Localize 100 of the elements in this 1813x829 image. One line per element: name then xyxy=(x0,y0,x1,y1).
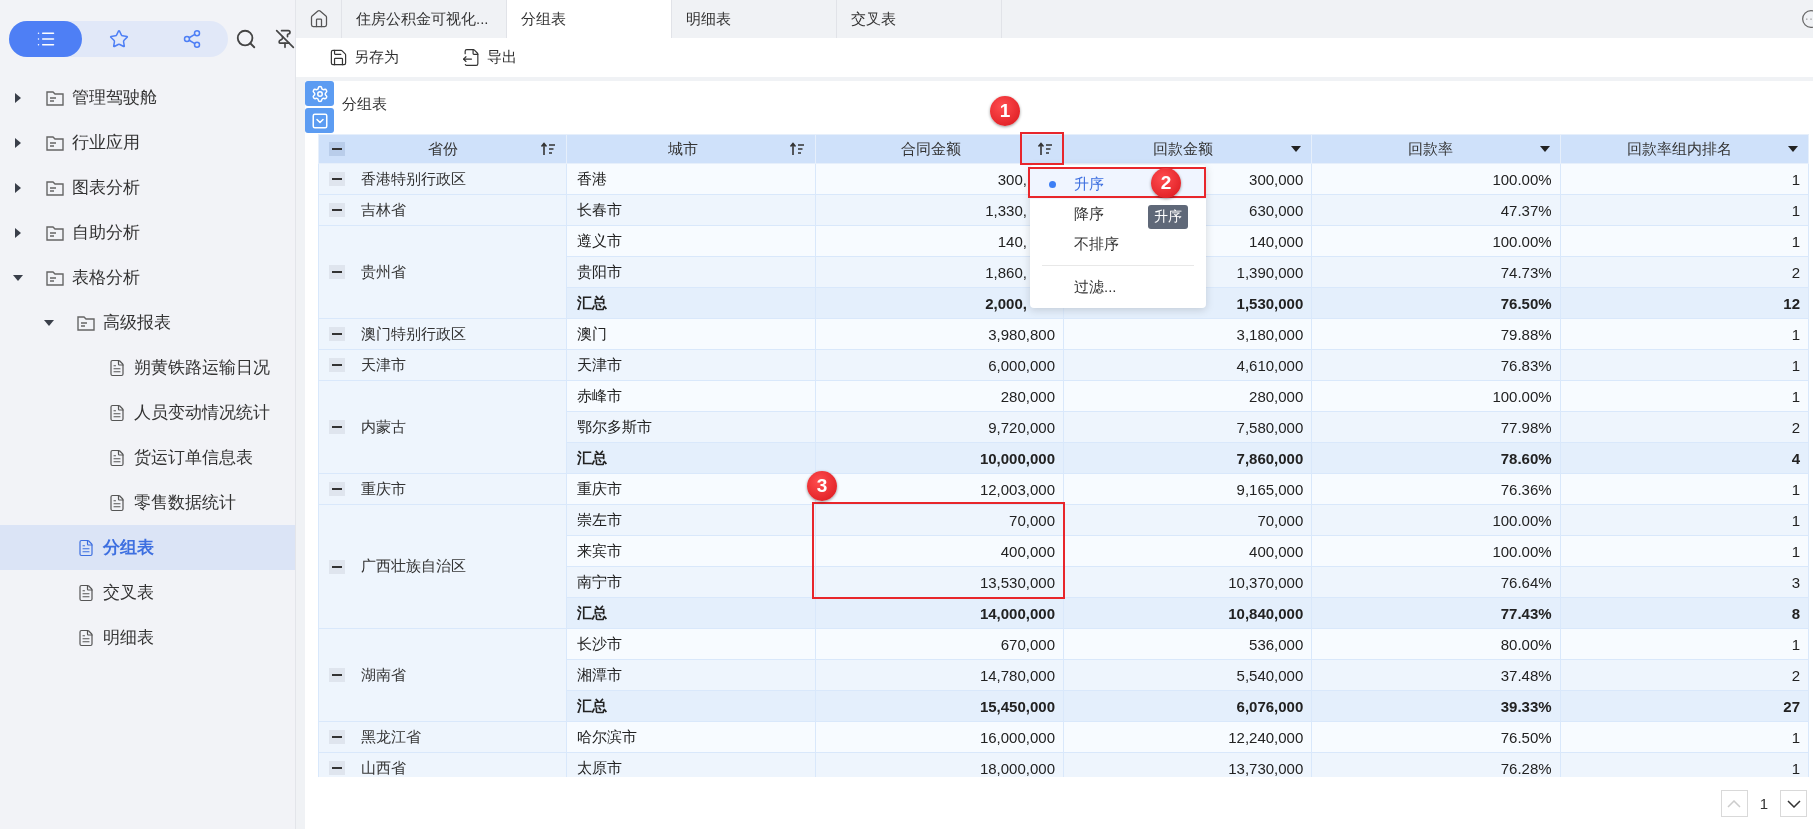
dropdown-caret-icon[interactable] xyxy=(1291,146,1302,152)
annotation-marker: 1 xyxy=(990,96,1020,126)
chevron-down-icon xyxy=(1786,799,1801,808)
column-title: 省份 xyxy=(426,139,459,159)
tree-item[interactable]: 零售数据统计 xyxy=(0,480,295,525)
sort-icon[interactable] xyxy=(1037,142,1053,156)
table-cell: 77.98% xyxy=(1311,411,1561,443)
document-icon xyxy=(77,628,95,647)
table-cell: 76.50% xyxy=(1311,287,1561,319)
caret-icon[interactable] xyxy=(14,182,22,193)
province-name: 内蒙古 xyxy=(361,417,406,437)
table-cell: 74.73% xyxy=(1311,256,1561,288)
table-cell: 76.28% xyxy=(1311,752,1561,777)
minus-icon xyxy=(332,767,342,769)
table-cell: 15,450,000 xyxy=(815,690,1064,722)
table-cell: 南宁市 xyxy=(566,566,816,598)
table-cell: 来宾市 xyxy=(566,535,816,567)
document-icon xyxy=(108,493,126,512)
table-cell: 6,000,000 xyxy=(815,349,1064,381)
collapse-button[interactable] xyxy=(329,265,345,279)
document-icon xyxy=(77,538,95,557)
table-cell: 79.88% xyxy=(1311,318,1561,350)
table-cell: 汇总 xyxy=(566,287,816,319)
table-cell: 1 xyxy=(1560,163,1809,195)
table-cell: 汇总 xyxy=(566,442,816,474)
collapse-panel-button[interactable] xyxy=(305,108,334,133)
table-cell: 1 xyxy=(1560,628,1809,660)
table-cell: 重庆市 xyxy=(566,473,816,505)
table-cell: 2 xyxy=(1560,659,1809,691)
collapse-button[interactable] xyxy=(329,203,345,217)
collapse-button[interactable] xyxy=(329,668,345,682)
file-arrow-icon xyxy=(462,48,481,67)
column-title: 城市 xyxy=(667,139,699,159)
collapse-button[interactable] xyxy=(329,327,345,341)
caret-icon[interactable] xyxy=(14,227,22,238)
table-cell: 天津市 xyxy=(566,349,816,381)
caret-icon[interactable] xyxy=(14,92,22,103)
table-cell: 9,720,000 xyxy=(815,411,1064,443)
collapse-button[interactable] xyxy=(329,559,345,574)
column-title: 回款金额 xyxy=(1151,139,1214,159)
toolbar-button[interactable]: 导出 xyxy=(462,48,551,67)
minus-icon xyxy=(332,333,342,335)
table-cell: 100.00% xyxy=(1311,504,1561,536)
table-cell: 70,000 xyxy=(1063,504,1312,536)
table-cell: 澳门 xyxy=(566,318,816,350)
tree-item[interactable]: 图表分析 xyxy=(0,165,295,210)
tree-item[interactable]: 高级报表 xyxy=(0,300,295,345)
view-tab[interactable] xyxy=(9,21,82,57)
table-cell: 香港 xyxy=(566,163,816,195)
settings-button[interactable] xyxy=(305,81,334,106)
table-cell: 27 xyxy=(1560,690,1809,722)
table-cell: 10,370,000 xyxy=(1063,566,1312,598)
table-cell: 赤峰市 xyxy=(566,380,816,412)
tree-item[interactable]: 货运订单信息表 xyxy=(0,435,295,480)
collapse-button[interactable] xyxy=(329,761,345,775)
caret-icon[interactable] xyxy=(14,137,22,148)
sort-icon[interactable] xyxy=(788,142,805,156)
folder-icon xyxy=(46,179,64,196)
minus-icon xyxy=(332,736,342,738)
folder-icon xyxy=(46,269,64,286)
dropdown-caret-icon[interactable] xyxy=(1539,146,1550,152)
tree-item[interactable]: 明细表 xyxy=(0,615,295,660)
caret-icon[interactable] xyxy=(13,273,23,282)
tree-item[interactable]: 交叉表 xyxy=(0,570,295,615)
next-page-button[interactable] xyxy=(1780,790,1807,817)
chevron-down-icon xyxy=(310,111,329,130)
collapse-button[interactable] xyxy=(329,482,345,496)
tree-item[interactable]: 管理驾驶舱 xyxy=(0,75,295,120)
tree-item[interactable]: 人员变动情况统计 xyxy=(0,390,295,435)
minus-icon xyxy=(332,674,342,676)
collapse-button[interactable] xyxy=(329,172,345,186)
tab[interactable]: 分组表 xyxy=(507,0,672,38)
tree-item[interactable]: 行业应用 xyxy=(0,120,295,165)
collapse-button[interactable] xyxy=(329,358,345,372)
table-cell: 1 xyxy=(1560,349,1809,381)
tree-item[interactable]: 表格分析 xyxy=(0,255,295,300)
caret-icon[interactable] xyxy=(44,318,54,327)
table-cell: 10,000,000 xyxy=(815,442,1064,474)
table-cell: 4 xyxy=(1560,442,1809,474)
province-name: 广西壮族自治区 xyxy=(361,557,466,576)
table-cell: 100.00% xyxy=(1311,380,1561,412)
tree-item[interactable]: 自助分析 xyxy=(0,210,295,255)
unpin-icon[interactable] xyxy=(275,29,295,49)
toolbar-button[interactable]: 另存为 xyxy=(329,48,418,67)
table-cell: 4,610,000 xyxy=(1063,349,1312,381)
table-cell: 1 xyxy=(1560,194,1809,226)
collapse-button[interactable] xyxy=(329,420,345,434)
tree-item[interactable]: 朔黄铁路运输日况 xyxy=(0,345,295,390)
report-title: 分组表 xyxy=(342,94,387,114)
table-cell: 280,000 xyxy=(1063,380,1312,412)
tree-item[interactable]: 分组表 xyxy=(0,525,295,570)
table-cell: 5,540,000 xyxy=(1063,659,1312,691)
table-cell: 76.36% xyxy=(1311,473,1561,505)
collapse-all-button[interactable] xyxy=(329,142,345,156)
table-cell: 70,000 xyxy=(815,504,1064,536)
sort-icon[interactable] xyxy=(540,142,557,156)
dropdown-caret-icon[interactable] xyxy=(1788,146,1798,152)
collapse-button[interactable] xyxy=(329,730,345,744)
minus-icon xyxy=(332,209,342,211)
search-icon[interactable] xyxy=(235,28,257,50)
